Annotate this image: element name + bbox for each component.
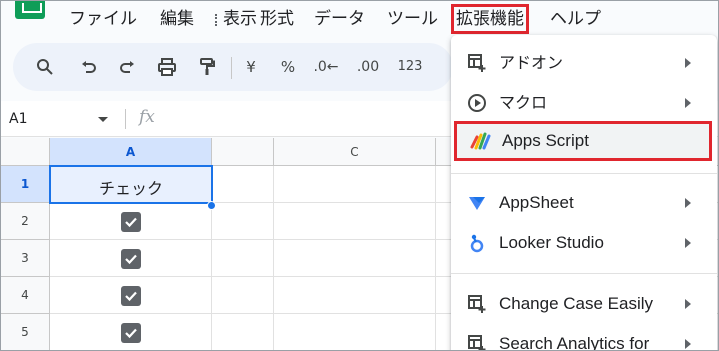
number-format-button[interactable]: 123 bbox=[395, 53, 425, 81]
checkbox-a5[interactable] bbox=[121, 323, 141, 343]
addon-icon bbox=[467, 53, 487, 73]
apps-script-icon bbox=[470, 131, 491, 151]
extensions-menu: アドオン マクロ Apps Script AppSheet Looker Stu… bbox=[451, 35, 717, 351]
menu-item-search-analytics[interactable]: Search Analytics for bbox=[451, 324, 717, 351]
menu-item-addons[interactable]: アドオン bbox=[451, 43, 717, 83]
row-header-1[interactable]: 1 bbox=[1, 166, 50, 203]
paint-format-icon[interactable] bbox=[195, 53, 219, 81]
menu-item-label: AppSheet bbox=[499, 193, 574, 212]
fill-handle[interactable] bbox=[207, 201, 216, 210]
addon-icon bbox=[467, 334, 487, 350]
menu-file[interactable]: ファイル bbox=[69, 8, 137, 30]
submenu-arrow-icon bbox=[685, 198, 691, 208]
looker-studio-icon bbox=[467, 233, 487, 253]
menu-item-appsheet[interactable]: AppSheet bbox=[451, 183, 717, 223]
search-icon[interactable] bbox=[33, 53, 57, 81]
chevron-down-icon[interactable] bbox=[98, 117, 108, 122]
currency-format-button[interactable]: ¥ bbox=[241, 53, 261, 81]
row-header-4[interactable]: 4 bbox=[1, 277, 50, 314]
submenu-arrow-icon bbox=[685, 98, 691, 108]
percent-format-button[interactable]: % bbox=[277, 53, 299, 81]
menu-item-label: アドオン bbox=[499, 53, 564, 72]
submenu-arrow-icon bbox=[685, 58, 691, 68]
fx-icon: fx bbox=[139, 107, 155, 127]
menu-format[interactable]: 形式 bbox=[260, 8, 294, 30]
menu-divider bbox=[451, 273, 717, 274]
sheets-logo[interactable] bbox=[15, 1, 45, 19]
row-header-2[interactable]: 2 bbox=[1, 203, 50, 240]
submenu-arrow-icon bbox=[685, 238, 691, 248]
menu-item-change-case-easily[interactable]: Change Case Easily bbox=[451, 284, 717, 324]
appsheet-icon bbox=[467, 193, 487, 213]
submenu-arrow-icon bbox=[685, 339, 691, 349]
toolbar-separator bbox=[231, 57, 232, 79]
menu-item-label: Looker Studio bbox=[499, 233, 604, 252]
cell-a1[interactable]: チェック bbox=[49, 165, 213, 204]
menu-divider bbox=[451, 173, 717, 174]
checkbox-a3[interactable] bbox=[121, 249, 141, 269]
formula-bar-separator bbox=[125, 109, 126, 129]
column-header-a[interactable]: A bbox=[50, 138, 212, 166]
row-header-3[interactable]: 3 bbox=[1, 240, 50, 277]
menu-view[interactable]: 表示 bbox=[223, 8, 257, 30]
menu-item-apps-script[interactable]: Apps Script bbox=[454, 121, 712, 161]
addon-icon bbox=[467, 294, 487, 314]
decrease-decimal-button[interactable]: .0← bbox=[313, 53, 339, 81]
menu-separator bbox=[215, 14, 217, 26]
menu-item-label: Apps Script bbox=[502, 131, 589, 150]
increase-decimal-button[interactable]: .00 bbox=[353, 53, 383, 81]
toolbar: ¥ % .0← .00 123 bbox=[13, 43, 453, 91]
redo-icon[interactable] bbox=[115, 53, 139, 81]
menu-bar: ファイル 編集 表示 形式 データ ツール 拡張機能 ヘルプ bbox=[1, 1, 718, 37]
column-header-b[interactable] bbox=[212, 138, 274, 166]
menu-item-label: マクロ bbox=[499, 93, 548, 112]
checkbox-a2[interactable] bbox=[121, 212, 141, 232]
menu-help[interactable]: ヘルプ bbox=[550, 8, 601, 30]
checkbox-a4[interactable] bbox=[121, 286, 141, 306]
menu-extensions[interactable]: 拡張機能 bbox=[451, 4, 529, 34]
menu-item-label: Search Analytics for bbox=[499, 334, 650, 351]
column-header-c[interactable]: C bbox=[274, 138, 436, 166]
menu-item-looker-studio[interactable]: Looker Studio bbox=[451, 223, 717, 263]
undo-icon[interactable] bbox=[77, 53, 101, 81]
select-all-corner[interactable] bbox=[1, 138, 50, 166]
menu-data[interactable]: データ bbox=[314, 8, 365, 30]
menu-item-macros[interactable]: マクロ bbox=[451, 83, 717, 123]
submenu-arrow-icon bbox=[685, 299, 691, 309]
print-icon[interactable] bbox=[155, 53, 179, 81]
menu-edit[interactable]: 編集 bbox=[160, 8, 194, 30]
spreadsheet-window: ファイル 編集 表示 形式 データ ツール 拡張機能 ヘルプ ¥ % .0← .… bbox=[0, 0, 719, 351]
menu-item-label: Change Case Easily bbox=[499, 294, 654, 313]
row-header-5[interactable]: 5 bbox=[1, 314, 50, 350]
menu-tools[interactable]: ツール bbox=[387, 8, 438, 30]
macro-play-icon bbox=[467, 93, 487, 113]
name-box[interactable]: A1 bbox=[9, 109, 27, 129]
